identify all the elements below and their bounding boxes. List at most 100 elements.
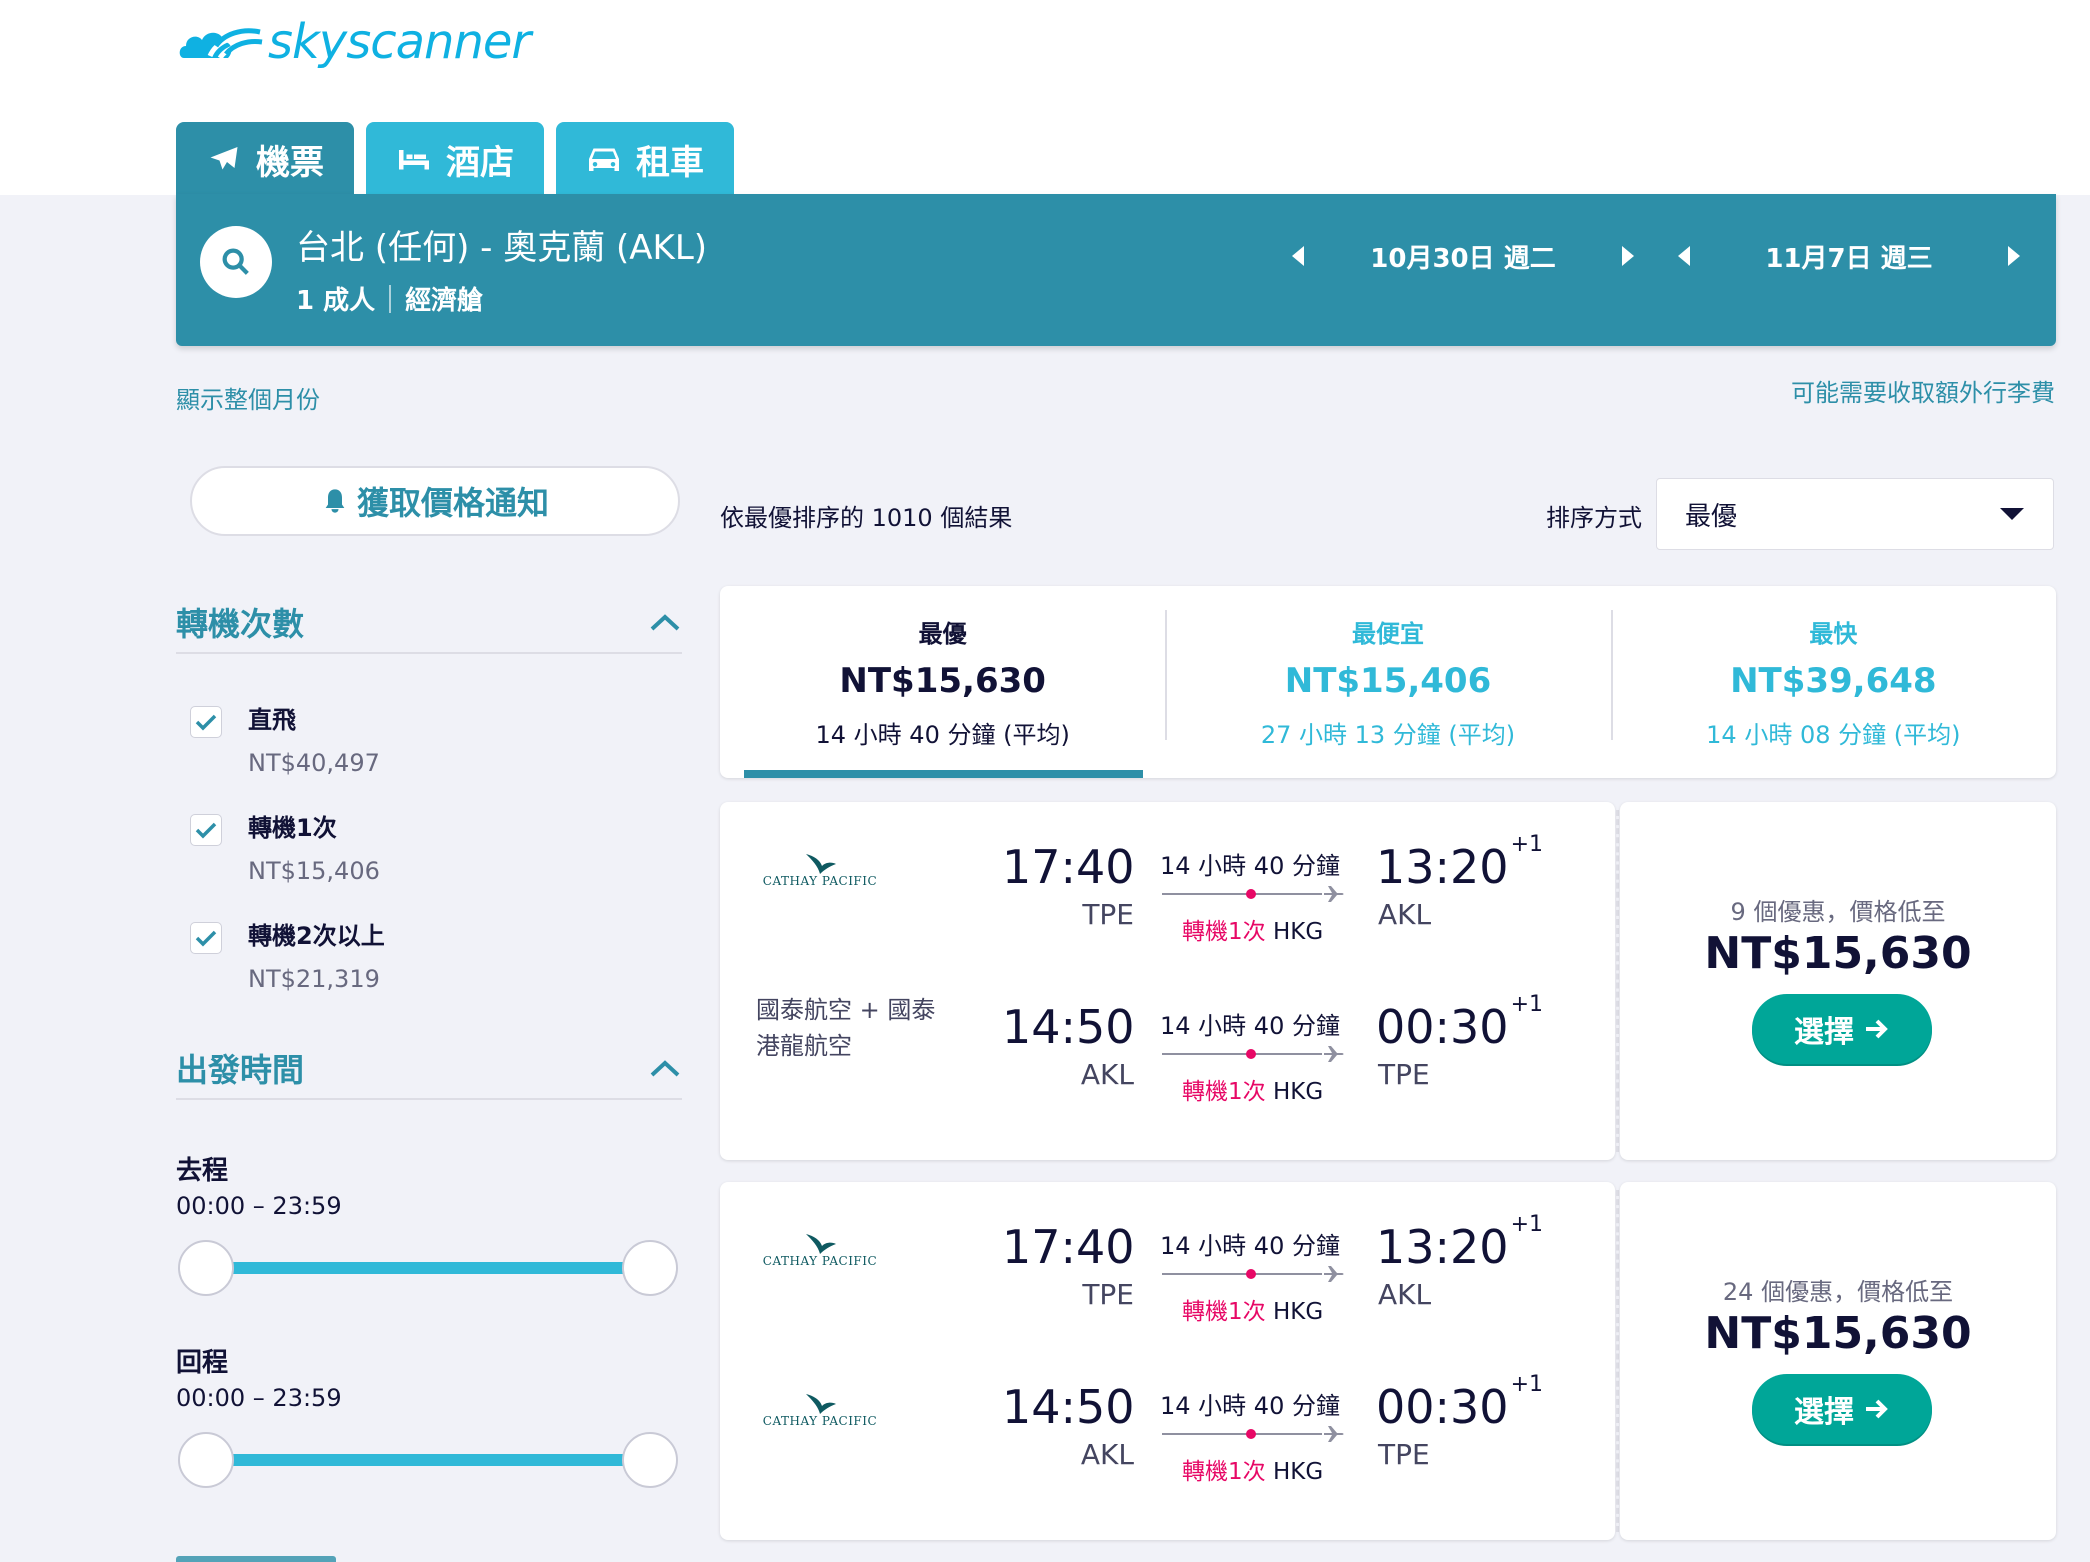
stop-direct-checkbox[interactable]	[190, 706, 222, 738]
stop-two-plus-label: 轉機2次以上	[248, 922, 385, 950]
plane-icon	[1324, 1426, 1344, 1442]
inbound-range: 00:00 – 23:59	[176, 1384, 342, 1412]
stop-one-price: NT$15,406	[248, 857, 380, 885]
arrival-time: 00:30+1	[1376, 992, 1543, 1054]
outbound-range: 00:00 – 23:59	[176, 1192, 342, 1220]
tab-flights[interactable]: 機票	[176, 122, 354, 196]
stop-one-checkbox[interactable]	[190, 814, 222, 846]
cheapest-duration: 27 小時 13 分鐘 (平均)	[1260, 721, 1516, 749]
depart-prev-day-button[interactable]	[1278, 230, 1318, 282]
price-panel[interactable]: 24 個優惠，價格低至 NT$15,630 選擇	[1620, 1182, 2056, 1540]
return-date-picker: 11月7日 週三	[1664, 230, 2034, 282]
whole-month-link[interactable]: 顯示整個月份	[176, 380, 320, 415]
caret-left-icon	[1678, 246, 1690, 266]
depart-next-day-button[interactable]	[1608, 230, 1648, 282]
passenger-cabin[interactable]: 1 成人 經濟艙	[296, 280, 483, 317]
route-line	[1162, 1046, 1344, 1062]
via-airport: HKG	[1272, 1299, 1324, 1325]
itinerary-price: NT$15,630	[1704, 928, 1972, 979]
select-label: 選擇	[1794, 1395, 1854, 1430]
slider-track	[206, 1262, 650, 1274]
inbound-leg: CATHAY PACIFIC 14:50 AKL 14 小時 40 分鐘 轉機1…	[720, 1342, 1615, 1485]
stop-option-two-plus: 轉機2次以上 NT$21,319	[190, 916, 385, 993]
tab-best[interactable]: 最優 NT$15,630 14 小時 40 分鐘 (平均)	[720, 586, 1165, 778]
departure-airport: AKL	[1080, 1438, 1134, 1471]
airline-logo: CATHAY PACIFIC	[760, 1390, 880, 1428]
tab-car-hire-label: 租車	[636, 142, 704, 183]
arrival-time-value: 13:20	[1376, 1220, 1509, 1274]
flight-duration: 14 小時 40 分鐘	[1160, 1012, 1340, 1040]
car-icon	[589, 148, 619, 171]
route-text[interactable]: 台北 (任何) - 奧克蘭 (AKL)	[296, 220, 707, 269]
price-panel[interactable]: 9 個優惠，價格低至 NT$15,630 選擇	[1620, 802, 2056, 1160]
airline-logo-text: CATHAY PACIFIC	[762, 1414, 878, 1428]
itinerary-details[interactable]: CATHAY PACIFIC 17:40 TPE 14 小時 40 分鐘 轉機1…	[720, 1182, 1615, 1540]
arrival-airport: TPE	[1378, 1058, 1430, 1091]
sort-value: 最優	[1685, 501, 1738, 532]
fastest-title: 最快	[1809, 620, 1858, 648]
tab-hotels[interactable]: 酒店	[366, 122, 544, 196]
stops-filter-title: 轉機次數	[176, 605, 305, 643]
departure-time: 14:50	[1002, 1000, 1135, 1054]
price-alert-label: 獲取價格通知	[356, 484, 549, 522]
itinerary-card: CATHAY PACIFIC 17:40 TPE 14 小時 40 分鐘 轉機1…	[720, 1182, 2056, 1540]
skyscanner-logo[interactable]: skyscanner	[176, 12, 531, 72]
check-icon	[195, 822, 217, 839]
stop-direct-price: NT$40,497	[248, 749, 380, 777]
baggage-fees-link[interactable]: 可能需要收取額外行李費	[1791, 373, 2055, 408]
search-summary-bar[interactable]: 台北 (任何) - 奧克蘭 (AKL) 1 成人 經濟艙 10月30日 週二 1…	[176, 194, 2056, 346]
plane-icon	[1324, 1266, 1344, 1282]
departure-time: 14:50	[1002, 1380, 1135, 1434]
best-title: 最優	[918, 620, 967, 648]
route-line-bar	[1162, 1433, 1322, 1435]
stop-dot	[1246, 889, 1256, 899]
return-date[interactable]: 11月7日 週三	[1704, 238, 1994, 275]
slider-max-handle[interactable]	[622, 1432, 678, 1488]
inbound-time-slider[interactable]	[178, 1432, 678, 1488]
arrival-time: 00:30+1	[1376, 1372, 1543, 1434]
cloud-logo-icon	[179, 28, 263, 60]
tab-fastest[interactable]: 最快 NT$39,648 14 小時 08 分鐘 (平均)	[1610, 586, 2056, 778]
deals-count: 9 個優惠，價格低至	[1730, 898, 1946, 926]
return-prev-day-button[interactable]	[1664, 230, 1704, 282]
stops-filter-header[interactable]: 轉機次數	[176, 592, 682, 654]
depart-date[interactable]: 10月30日 週二	[1318, 238, 1608, 275]
sort-dropdown[interactable]: 最優	[1656, 478, 2054, 550]
select-button[interactable]: 選擇	[1752, 994, 1932, 1064]
stop-two-plus-checkbox[interactable]	[190, 922, 222, 954]
outbound-time-slider[interactable]	[178, 1240, 678, 1296]
select-button[interactable]: 選擇	[1752, 1374, 1932, 1444]
via-airport: HKG	[1272, 1459, 1324, 1485]
stop-dot	[1246, 1429, 1256, 1439]
search-button[interactable]	[200, 226, 272, 298]
stops-info: 轉機1次 HKG	[1182, 1292, 1323, 1326]
stops-count: 轉機1次	[1182, 1299, 1266, 1325]
tab-car-hire[interactable]: 租車	[556, 122, 734, 196]
flight-duration: 14 小時 40 分鐘	[1160, 1392, 1340, 1420]
day-offset: +1	[1510, 1371, 1544, 1397]
slider-max-handle[interactable]	[622, 1240, 678, 1296]
caret-right-icon	[1622, 246, 1634, 266]
stops-info: 轉機1次 HKG	[1182, 912, 1323, 946]
airline-logo-text: CATHAY PACIFIC	[762, 874, 878, 888]
cathay-brushwing-icon	[806, 1234, 836, 1254]
return-next-day-button[interactable]	[1994, 230, 2034, 282]
slider-min-handle[interactable]	[178, 1432, 234, 1488]
bed-icon	[399, 150, 429, 170]
arrival-time-value: 00:30	[1376, 1000, 1509, 1054]
stop-direct-label: 直飛	[248, 706, 296, 734]
slider-min-handle[interactable]	[178, 1240, 234, 1296]
tab-cheapest[interactable]: 最便宜 NT$15,406 27 小時 13 分鐘 (平均)	[1165, 586, 1610, 778]
arrow-right-icon	[1866, 1019, 1888, 1039]
itinerary-details[interactable]: CATHAY PACIFIC 17:40 TPE 14 小時 40 分鐘 轉機1…	[720, 802, 1615, 1160]
tab-hotels-label: 酒店	[446, 142, 514, 183]
select-label: 選擇	[1794, 1015, 1854, 1050]
price-alert-button[interactable]: 獲取價格通知	[190, 466, 680, 536]
chevron-up-icon	[650, 1060, 680, 1077]
check-icon	[195, 714, 217, 731]
stop-option-direct: 直飛 NT$40,497	[190, 700, 380, 777]
route-line	[1162, 1426, 1344, 1442]
times-filter-header[interactable]: 出發時間	[176, 1038, 682, 1100]
route-line-bar	[1162, 1053, 1322, 1055]
stop-one-label: 轉機1次	[248, 814, 337, 842]
